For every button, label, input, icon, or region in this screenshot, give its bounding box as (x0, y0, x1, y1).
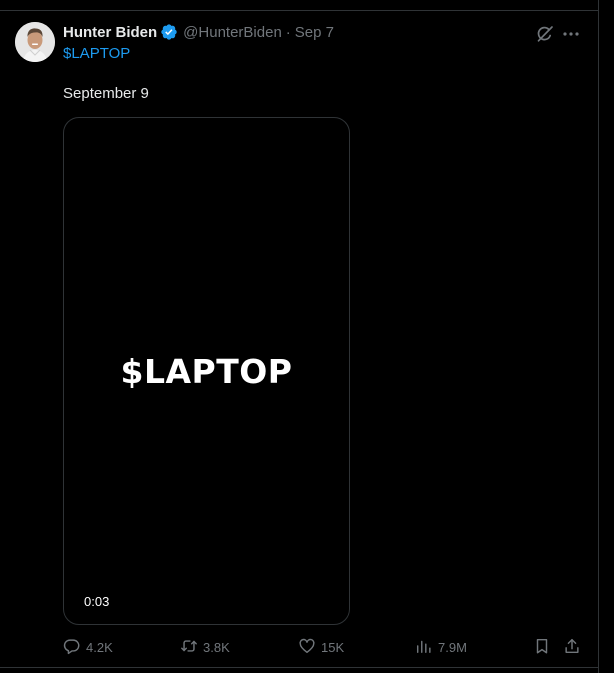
bookmark-icon (533, 637, 551, 658)
video-overlay-text: $LAPTOP (120, 352, 293, 391)
reply-button[interactable]: 4.2K (63, 637, 113, 657)
like-button[interactable]: 15K (298, 637, 344, 657)
divider-right (598, 0, 599, 673)
more-icon[interactable] (561, 24, 581, 44)
video-player[interactable]: $LAPTOP 0:03 (63, 117, 350, 625)
bookmark-button[interactable] (533, 637, 551, 657)
views-count: 7.9M (438, 639, 467, 655)
like-icon (298, 637, 316, 658)
share-icon (563, 637, 581, 658)
verified-badge-icon[interactable] (160, 23, 178, 41)
reply-icon (63, 637, 81, 658)
author-display-name[interactable]: Hunter Biden (63, 24, 157, 41)
avatar[interactable] (15, 22, 55, 62)
tweet-header: Hunter Biden @HunterBiden · Sep 7 (63, 22, 334, 42)
repost-icon (180, 637, 198, 658)
like-count: 15K (321, 639, 345, 655)
tweet-date[interactable]: Sep 7 (295, 24, 334, 41)
share-button[interactable] (563, 637, 581, 657)
reply-count: 4.2K (86, 639, 113, 655)
repost-count: 3.8K (203, 639, 230, 655)
repost-button[interactable]: 3.8K (180, 637, 230, 657)
divider-bottom (0, 667, 599, 668)
divider-top (0, 10, 599, 11)
video-duration: 0:03 (84, 594, 110, 609)
cashtag-link[interactable]: $LAPTOP (63, 45, 130, 62)
tweet-text: September 9 (63, 85, 149, 102)
author-handle[interactable]: @HunterBiden (183, 24, 282, 41)
action-bar: 4.2K 3.8K 15K 7.9M (0, 637, 614, 657)
separator-dot: · (285, 23, 291, 41)
views-button[interactable]: 7.9M (415, 637, 467, 657)
tweet-card[interactable]: Hunter Biden @HunterBiden · Sep 7 $LAPTO… (0, 0, 614, 673)
grok-icon[interactable] (535, 24, 555, 44)
views-icon (415, 637, 433, 658)
